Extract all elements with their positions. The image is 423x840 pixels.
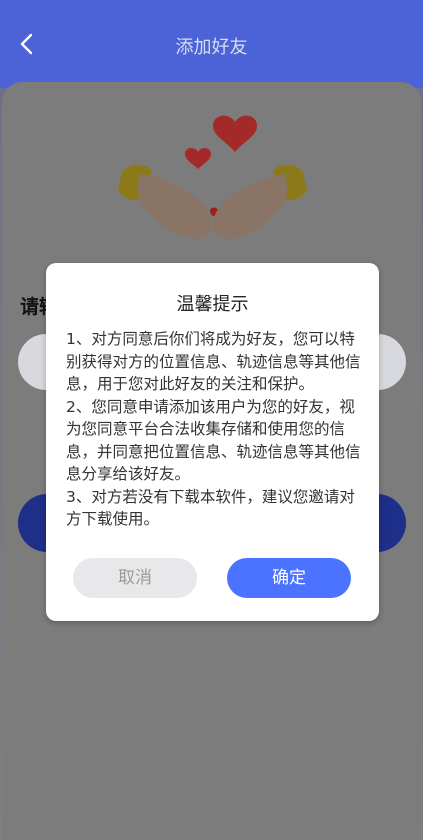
cancel-button[interactable]: 取消 [73,558,197,598]
dialog-line: 3、对方若没有下载本软件，建议您邀请对方下载使用。 [66,487,355,529]
confirm-button[interactable]: 确定 [227,558,351,598]
dialog-line: 1、对方同意后你们将成为好友，您可以特别获得对方的位置信息、轨迹信息等其他信息，… [66,330,361,393]
dialog-body: 1、对方同意后你们将成为好友，您可以特别获得对方的位置信息、轨迹信息等其他信息，… [66,328,361,531]
page-title: 添加好友 [175,37,248,58]
notice-dialog: 温馨提示 1、对方同意后你们将成为好友，您可以特别获得对方的位置信息、轨迹信息等… [46,263,379,621]
heart-icon [213,115,257,152]
heart-icon [185,148,211,169]
dialog-line: 2、您同意申请添加该用户为您的好友，视为您同意平台合法收集存储和使用您的信息，并… [66,397,361,484]
dialog-title: 温馨提示 [176,294,249,315]
header-bar: 添加好友 [0,0,423,88]
hands-heart-illustration [118,115,307,239]
